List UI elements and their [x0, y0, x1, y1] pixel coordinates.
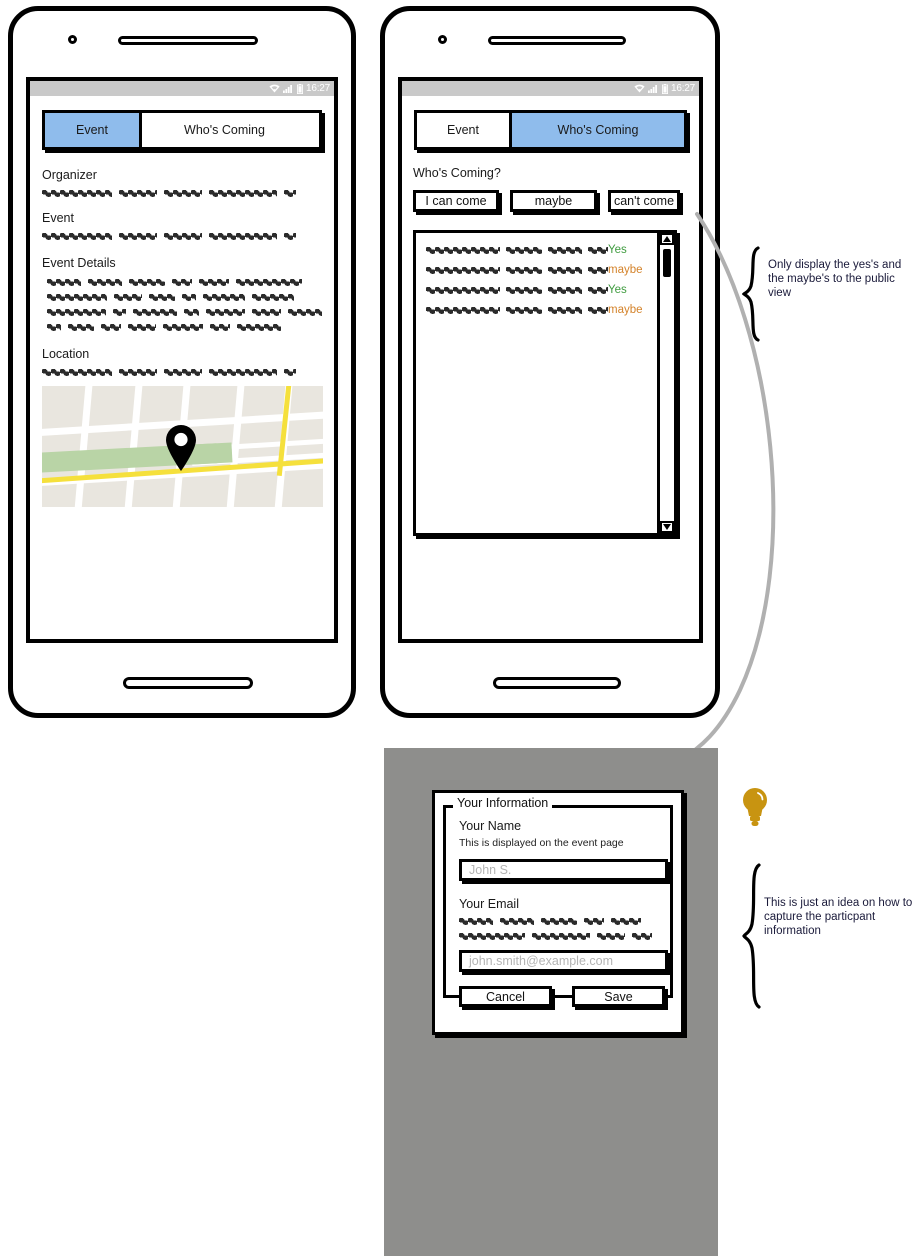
screen-event: 16:27 Event Who's Coming Organizer Event: [26, 77, 338, 643]
map-pin-icon: [166, 425, 196, 471]
phone-frame-event: 16:27 Event Who's Coming Organizer Event: [8, 6, 356, 718]
wifi-icon: [269, 84, 280, 93]
tab-bar-attendees: Event Who's Coming: [414, 110, 687, 150]
status-bar-2: 16:27: [402, 81, 699, 96]
status-badge: Yes: [608, 284, 627, 296]
phone-camera-icon-2: [438, 35, 447, 44]
phone-frame-attendees: 16:27 Event Who's Coming Who's Coming? I…: [380, 6, 720, 718]
lightbulb-icon: [743, 788, 767, 826]
name-input[interactable]: John S.: [459, 859, 668, 881]
status-badge: maybe: [608, 304, 643, 316]
status-bar: 16:27: [30, 81, 334, 96]
location-map[interactable]: [42, 386, 323, 507]
status-badge: maybe: [608, 264, 643, 276]
list-item[interactable]: maybe: [416, 260, 654, 280]
phone-camera-icon: [68, 35, 77, 44]
status-bar-time-2: 16:27: [670, 82, 695, 94]
email-input[interactable]: john.smith@example.com: [459, 950, 668, 972]
screen-attendees: 16:27 Event Who's Coming Who's Coming? I…: [398, 77, 703, 643]
rsvp-button-cant-come[interactable]: can't come: [608, 190, 680, 212]
attendee-list: Yes maybe Yes maybe: [413, 230, 677, 536]
rsvp-button-row: I can come maybe can't come: [413, 190, 688, 212]
redacted-organizer-value: [42, 190, 322, 197]
phone-speaker-icon-2: [488, 36, 626, 45]
signal-icon-2: [647, 85, 657, 93]
status-badge: Yes: [608, 244, 627, 256]
hint-name-displayed: This is displayed on the event page: [459, 837, 624, 849]
your-information-dialog: Your Information Your Name This is displ…: [432, 790, 684, 1035]
redacted-attendee-name: [426, 306, 608, 314]
status-bar-time: 16:27: [305, 82, 330, 94]
redacted-event-details-body: [47, 279, 322, 331]
tab-whos-coming[interactable]: Who's Coming: [139, 113, 307, 147]
redacted-attendee-name: [426, 286, 608, 294]
redacted-attendee-name: [426, 246, 608, 254]
list-item[interactable]: Yes: [416, 280, 654, 300]
signal-icon: [282, 85, 292, 93]
annotation-capture-participant-note: This is just an idea on how to capture t…: [764, 897, 913, 937]
label-event-details: Event Details: [42, 256, 116, 270]
annotation-brace-2: [742, 863, 761, 1009]
redacted-location-value: [42, 369, 322, 376]
scrollbar-thumb[interactable]: [663, 249, 671, 277]
save-button[interactable]: Save: [572, 986, 665, 1007]
rsvp-button-i-can-come[interactable]: I can come: [413, 190, 499, 212]
phone-speaker-icon: [118, 36, 258, 45]
label-location: Location: [42, 347, 90, 361]
dialog-button-row: Cancel Save: [459, 986, 665, 1007]
cancel-button[interactable]: Cancel: [459, 986, 552, 1007]
list-item[interactable]: maybe: [416, 300, 654, 320]
label-your-name: Your Name: [459, 819, 522, 833]
wireframe-canvas: 16:27 Event Who's Coming Organizer Event: [0, 0, 922, 1256]
prompt-whos-coming: Who's Coming?: [413, 166, 501, 180]
redacted-attendee-name: [426, 266, 608, 274]
dialog-legend: Your Information: [453, 796, 553, 810]
tab-event[interactable]: Event: [45, 113, 139, 147]
tab-event-2[interactable]: Event: [417, 113, 509, 147]
scroll-up-arrow-icon[interactable]: [660, 233, 674, 245]
phone-home-button-2[interactable]: [493, 677, 621, 689]
tab-bar-event: Event Who's Coming: [42, 110, 322, 150]
annotation-brace-1: [742, 246, 760, 342]
annotation-public-view-note: Only display the yes's and the maybe's t…: [768, 259, 902, 299]
battery-icon: [296, 83, 303, 94]
list-scrollbar[interactable]: [657, 233, 674, 533]
redacted-email-note: [459, 918, 665, 940]
phone-home-button[interactable]: [123, 677, 253, 689]
label-organizer: Organizer: [42, 168, 97, 182]
label-event: Event: [42, 211, 74, 225]
rsvp-button-maybe[interactable]: maybe: [510, 190, 597, 212]
battery-icon-2: [661, 83, 668, 94]
list-item[interactable]: Yes: [416, 240, 654, 260]
label-your-email: Your Email: [459, 897, 519, 911]
wifi-icon-2: [634, 84, 645, 93]
tab-whos-coming-2[interactable]: Who's Coming: [509, 113, 684, 147]
scroll-down-arrow-icon[interactable]: [660, 521, 674, 533]
redacted-event-value: [42, 233, 322, 240]
